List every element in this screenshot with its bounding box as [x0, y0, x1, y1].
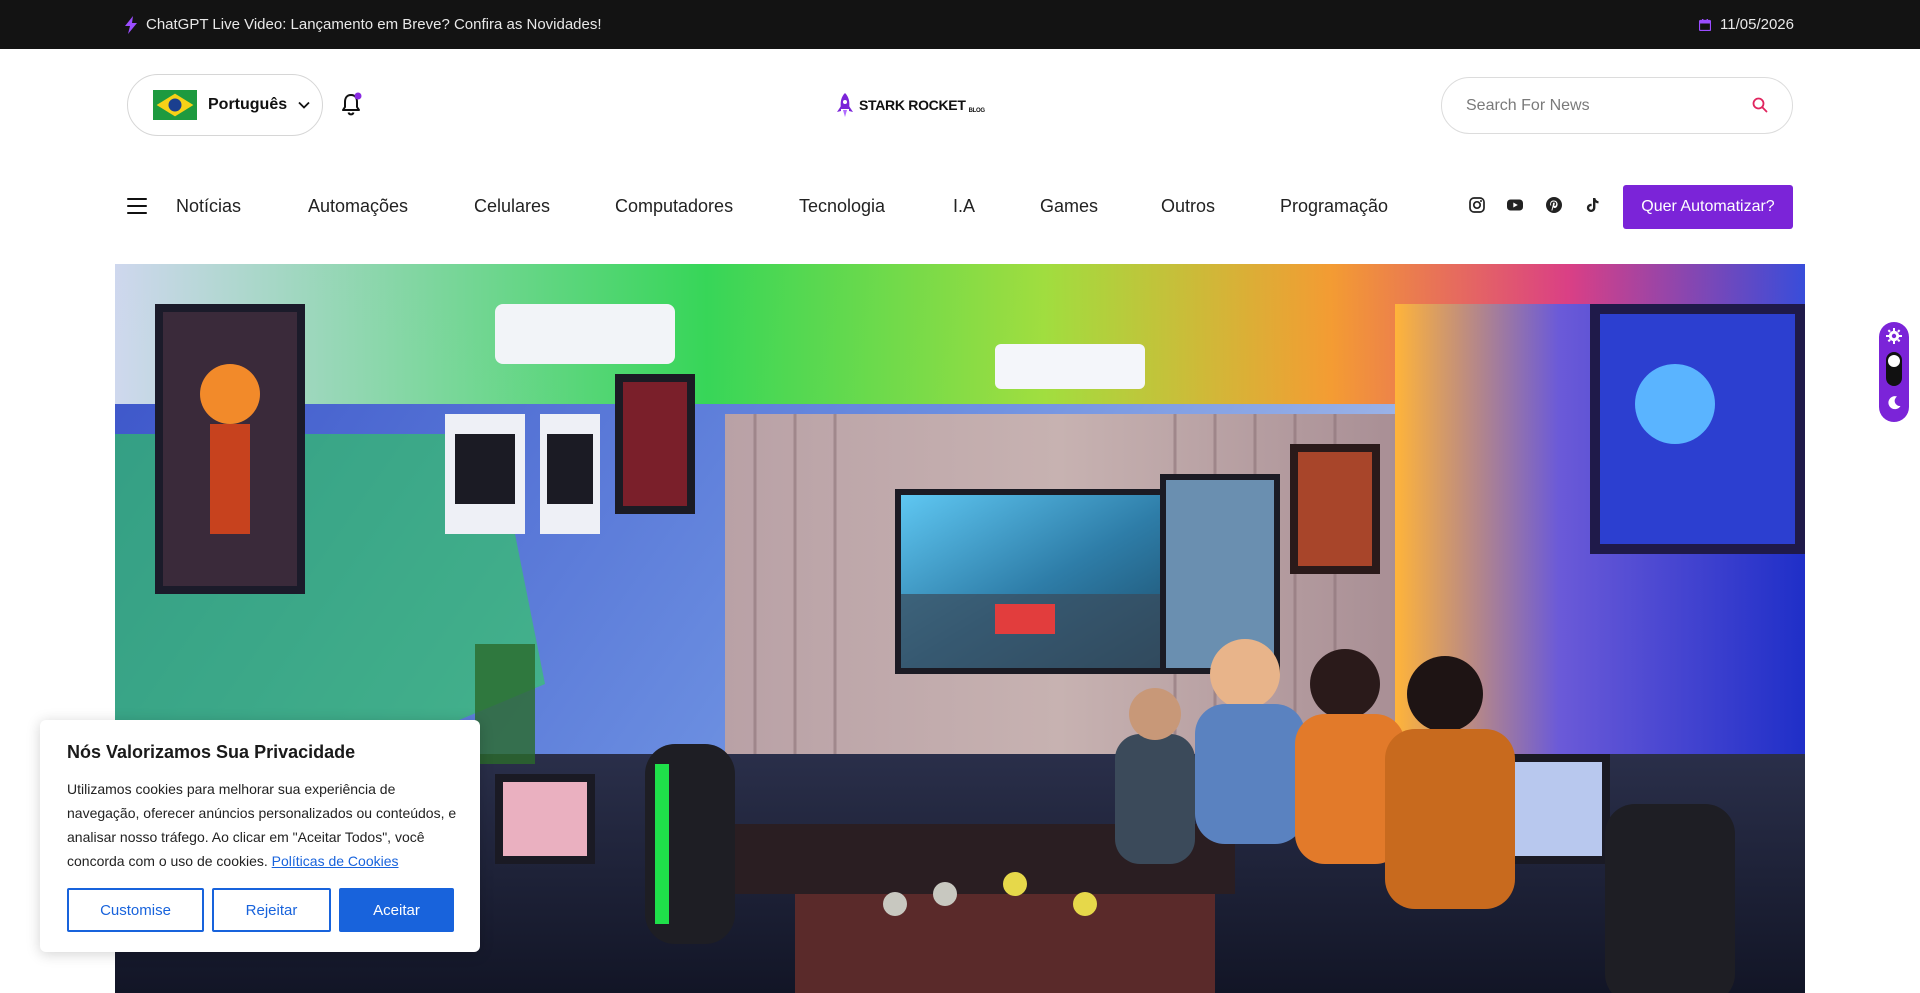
pinterest-icon[interactable]: [1545, 196, 1563, 214]
nav-item-games[interactable]: Games: [1040, 194, 1098, 218]
menu-icon[interactable]: [127, 198, 147, 214]
site-logo[interactable]: STARK ROCKET BLOG: [837, 90, 985, 120]
cookie-body: Utilizamos cookies para melhorar sua exp…: [67, 781, 457, 869]
social-links: [1466, 196, 1606, 216]
nav-item-tecnologia[interactable]: Tecnologia: [799, 194, 885, 218]
breaking-news-headline[interactable]: ChatGPT Live Video: Lançamento em Breve?…: [146, 16, 602, 33]
breaking-news[interactable]: ChatGPT Live Video: Lançamento em Breve?…: [124, 0, 602, 49]
reject-button[interactable]: Rejeitar: [212, 888, 331, 932]
cookie-consent-dialog: Nós Valorizamos Sua Privacidade Utilizam…: [40, 720, 480, 952]
nav-item-celulares[interactable]: Celulares: [474, 194, 550, 218]
nav-item-noticias[interactable]: Notícias: [176, 194, 241, 218]
date-text: 11/05/2026: [1720, 16, 1794, 33]
gear-icon[interactable]: [1886, 328, 1902, 344]
search-icon[interactable]: [1752, 97, 1768, 113]
nav-item-ia[interactable]: I.A: [953, 194, 975, 218]
youtube-icon[interactable]: [1506, 196, 1524, 214]
nav-item-programacao[interactable]: Programação: [1280, 194, 1388, 218]
tiktok-icon[interactable]: [1583, 196, 1601, 214]
search-box[interactable]: [1441, 77, 1793, 134]
lightning-icon: [125, 15, 137, 34]
theme-widget: [1879, 322, 1909, 422]
current-date: 11/05/2026: [1699, 0, 1794, 49]
top-bar: ChatGPT Live Video: Lançamento em Breve?…: [0, 0, 1920, 49]
calendar-icon: [1699, 18, 1712, 31]
language-label: Português: [208, 96, 288, 113]
logo-text: STARK ROCKET BLOG: [859, 96, 985, 114]
cookie-title: Nós Valorizamos Sua Privacidade: [67, 742, 356, 762]
nav-item-outros[interactable]: Outros: [1161, 194, 1215, 218]
chevron-down-icon: [298, 101, 310, 109]
accept-button[interactable]: Aceitar: [339, 888, 454, 932]
nav-item-computadores[interactable]: Computadores: [615, 194, 733, 218]
customise-button[interactable]: Customise: [67, 888, 204, 932]
dark-mode-toggle[interactable]: [1886, 352, 1902, 386]
moon-icon[interactable]: [1886, 395, 1902, 411]
search-input[interactable]: [1466, 78, 1736, 133]
notification-bell-icon[interactable]: [340, 91, 364, 117]
brazil-flag-icon: [153, 90, 197, 120]
quer-automatizar-button[interactable]: Quer Automatizar?: [1623, 185, 1793, 229]
instagram-icon[interactable]: [1468, 196, 1486, 214]
nav-item-automacoes[interactable]: Automações: [308, 194, 408, 218]
rocket-logo-icon: [837, 93, 853, 117]
cookie-policy-link[interactable]: Políticas de Cookies: [272, 853, 399, 869]
language-selector[interactable]: Português: [127, 74, 323, 136]
